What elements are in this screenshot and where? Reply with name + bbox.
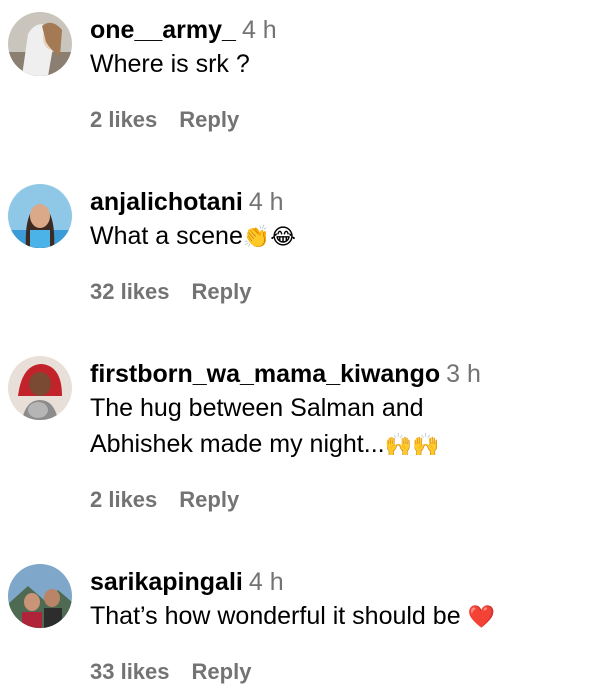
raised-hands-emoji-icon: 🙌🙌	[384, 433, 440, 458]
comment-text: That’s how wonderful it should be ❤️	[90, 598, 589, 636]
avatar[interactable]	[8, 356, 72, 420]
comment-text-content: That’s how wonderful it should be	[90, 602, 461, 630]
comment-text: What a scene👏😂	[90, 218, 589, 256]
comment-username[interactable]: firstborn_wa_mama_kiwango	[90, 360, 440, 388]
comment-text: Where is srk ?	[90, 50, 250, 78]
reply-button[interactable]: Reply	[179, 107, 239, 132]
comment-username[interactable]: one__army_	[90, 16, 236, 44]
comment-username[interactable]: sarikapingali	[90, 568, 243, 596]
red-heart-emoji-icon: ❤️	[467, 605, 495, 630]
clap-laugh-emoji-icon: 👏😂	[242, 225, 296, 250]
reply-button[interactable]: Reply	[192, 659, 252, 684]
comment-text-line-2: Abhishek made my night...🙌🙌	[90, 426, 589, 464]
avatar[interactable]	[8, 564, 72, 628]
comment-text-line-1: The hug between Salman and	[90, 394, 424, 422]
reply-button[interactable]: Reply	[179, 487, 239, 512]
comment-text-content: What a scene	[90, 222, 243, 250]
avatar[interactable]	[8, 12, 72, 76]
comment-username[interactable]: anjalichotani	[90, 188, 243, 216]
comment-timestamp: 4 h	[248, 188, 284, 216]
avatar-image	[8, 12, 72, 76]
comment-timestamp: 4 h	[241, 16, 277, 44]
avatar[interactable]	[8, 184, 72, 248]
avatar-image	[8, 184, 72, 248]
comment-timestamp: 4 h	[248, 568, 284, 596]
avatar-image	[8, 564, 72, 628]
likes-count[interactable]: 2 likes	[90, 487, 157, 512]
reply-button[interactable]: Reply	[192, 279, 252, 304]
likes-count[interactable]: 33 likes	[90, 659, 170, 684]
comment-text-content: Abhishek made my night...	[90, 430, 385, 458]
avatar-image	[8, 356, 72, 420]
likes-count[interactable]: 2 likes	[90, 107, 157, 132]
likes-count[interactable]: 32 likes	[90, 279, 170, 304]
comment-timestamp: 3 h	[446, 360, 481, 388]
